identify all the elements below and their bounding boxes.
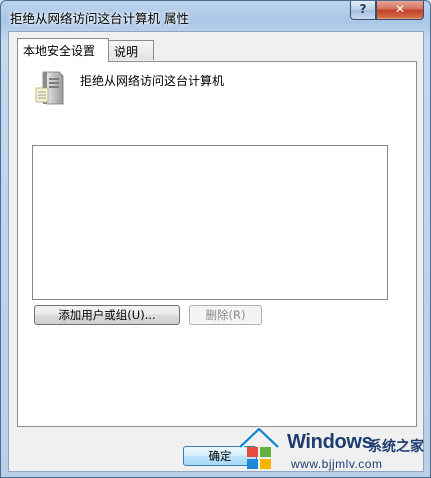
watermark: Windows 系统之家 www.bjjmlv.com: [231, 420, 431, 478]
tab-panel: 拒绝从网络访问这台计算机 添加用户或组(U)... 删除(R): [17, 61, 417, 427]
window-title: 拒绝从网络访问这台计算机 属性: [10, 11, 189, 26]
title-bar[interactable]: 拒绝从网络访问这台计算机 属性 ? ✕: [1, 1, 430, 31]
dialog-client-area: 本地安全设置 说明 拒绝从网络访问这台计算机 添加用户或组(U)... 删除(R…: [8, 31, 424, 472]
watermark-brand: Windows: [287, 431, 373, 453]
users-groups-list[interactable]: [32, 145, 388, 300]
watermark-url: www.bjjmlv.com: [291, 457, 383, 471]
remove-button[interactable]: 删除(R): [189, 305, 262, 325]
tab-explain[interactable]: 说明: [108, 40, 154, 60]
dialog-window: 拒绝从网络访问这台计算机 属性 ? ✕ 本地安全设置 说明 拒绝从网络访问这台计…: [0, 0, 431, 478]
tab-local-security-setting[interactable]: 本地安全设置: [17, 38, 109, 62]
add-user-or-group-button[interactable]: 添加用户或组(U)...: [34, 305, 180, 325]
computer-tower-icon: [35, 71, 64, 105]
windows-logo-icon: [238, 426, 280, 469]
help-button[interactable]: ?: [350, 1, 376, 20]
watermark-site-name: 系统之家: [368, 439, 424, 455]
policy-name: 拒绝从网络访问这台计算机: [80, 74, 225, 88]
close-button[interactable]: ✕: [376, 1, 424, 20]
